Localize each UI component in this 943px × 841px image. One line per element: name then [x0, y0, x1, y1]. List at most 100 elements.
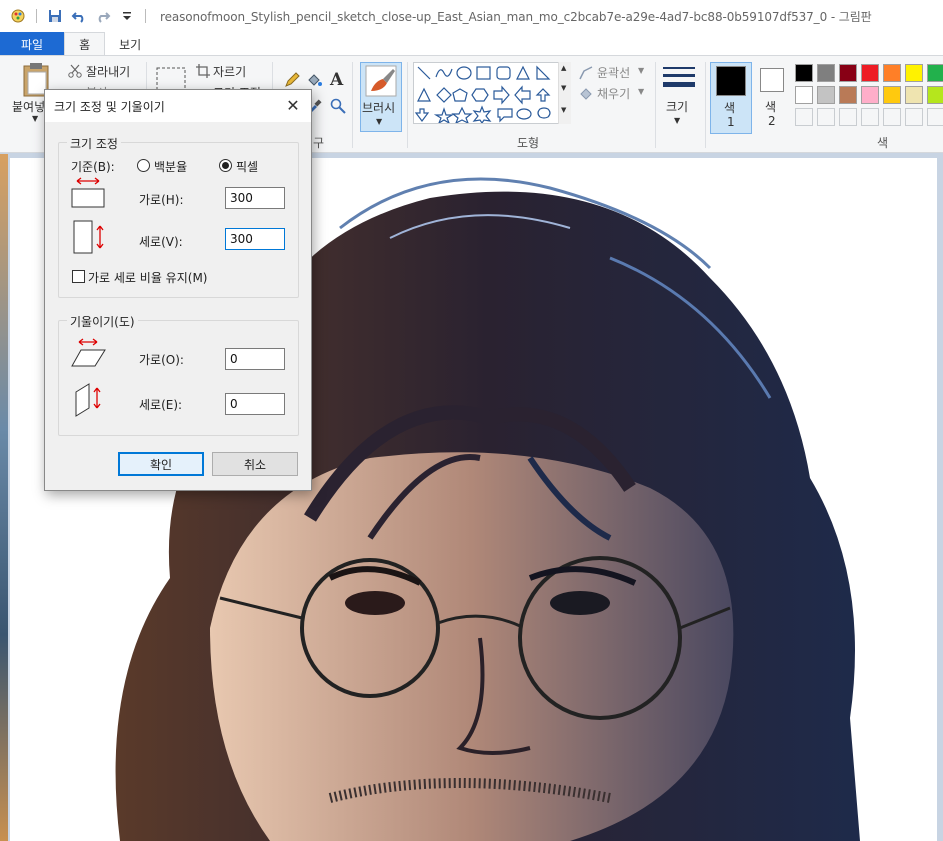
- color-swatch[interactable]: [883, 64, 901, 82]
- skew-legend: 기울이기(도): [67, 313, 138, 330]
- color-swatch[interactable]: [927, 86, 943, 104]
- color-swatch[interactable]: [839, 86, 857, 104]
- resize-legend: 크기 조정: [67, 135, 121, 152]
- horizontal-label: 가로(H):: [139, 193, 184, 207]
- ok-button[interactable]: 확인: [118, 452, 204, 476]
- color-swatch[interactable]: [861, 64, 879, 82]
- paste-button-label[interactable]: 붙여넣: [12, 98, 45, 115]
- color-swatch[interactable]: [795, 64, 813, 82]
- skew-vertical-input[interactable]: [225, 393, 285, 415]
- scroll-down-icon[interactable]: ▼: [561, 84, 566, 92]
- cancel-button[interactable]: 취소: [212, 452, 298, 476]
- gallery-more-icon[interactable]: ▼: [561, 106, 566, 114]
- paste-dropdown-icon[interactable]: ▼: [32, 114, 38, 123]
- brush-dropdown-icon: ▼: [376, 117, 383, 126]
- ribbon-separator: [407, 62, 408, 148]
- ribbon-separator: [705, 62, 706, 148]
- fill-dropdown-icon[interactable]: ▼: [638, 87, 644, 96]
- color-swatch[interactable]: [905, 86, 923, 104]
- color-swatch[interactable]: [817, 108, 835, 126]
- fill-button[interactable]: 채우기: [597, 85, 630, 102]
- pixel-radio[interactable]: [219, 159, 232, 172]
- color-swatch[interactable]: [861, 108, 879, 126]
- tab-file[interactable]: 파일: [0, 32, 65, 56]
- scroll-up-icon[interactable]: ▲: [561, 64, 566, 72]
- scissors-icon: [68, 64, 82, 81]
- brush-button[interactable]: 브러시 ▼: [360, 62, 402, 132]
- fill-icon: [578, 86, 594, 105]
- crop-button[interactable]: 자르기: [213, 63, 246, 80]
- color-swatch[interactable]: [839, 64, 857, 82]
- color-swatch[interactable]: [817, 86, 835, 104]
- color-swatch[interactable]: [883, 86, 901, 104]
- dialog-title-bar: 크기 조정 및 기울이기 ✕: [45, 90, 311, 122]
- resize-horizontal-icon: [71, 177, 105, 212]
- customize-qat-icon[interactable]: [119, 8, 135, 24]
- size-dropdown-icon: ▼: [674, 116, 681, 125]
- vertical-input[interactable]: [225, 228, 285, 250]
- ribbon-separator: [352, 62, 353, 148]
- vertical-label: 세로(V):: [139, 235, 183, 249]
- size-button[interactable]: 크기 ▼: [660, 62, 700, 134]
- color-swatch[interactable]: [795, 108, 813, 126]
- save-icon[interactable]: [47, 8, 63, 24]
- skew-horizontal-input[interactable]: [225, 348, 285, 370]
- color1-label: 색: [724, 101, 736, 115]
- ribbon-tabs: 파일 홈 보기: [0, 32, 943, 56]
- outline-dropdown-icon[interactable]: ▼: [638, 66, 644, 75]
- shapes-scrollbar[interactable]: ▲ ▼ ▼: [558, 62, 571, 124]
- brush-label: 브러시: [362, 101, 396, 115]
- window-title: reasonofmoon_Stylish_pencil_sketch_close…: [160, 9, 872, 24]
- color-swatch[interactable]: [927, 64, 943, 82]
- color2-button[interactable]: 색 2: [756, 62, 788, 134]
- color1-button[interactable]: 색 1: [710, 62, 752, 134]
- color-palette: [795, 64, 943, 126]
- color-swatch[interactable]: [861, 86, 879, 104]
- color-swatch[interactable]: [883, 108, 901, 126]
- tab-home[interactable]: 홈: [64, 32, 106, 56]
- resize-vertical-icon: [73, 220, 107, 257]
- color-swatch[interactable]: [905, 108, 923, 126]
- crop-icon: [196, 64, 210, 81]
- title-bar: reasonofmoon_Stylish_pencil_sketch_close…: [0, 0, 943, 32]
- undo-icon[interactable]: [71, 8, 87, 24]
- ribbon-separator: [655, 62, 656, 148]
- shapes-group-label: 도형: [517, 136, 540, 150]
- pixel-label[interactable]: 픽셀: [236, 158, 258, 175]
- color-swatch[interactable]: [817, 64, 835, 82]
- brush-icon: [365, 65, 397, 100]
- color2-label: 색: [765, 100, 777, 114]
- color-swatch[interactable]: [905, 64, 923, 82]
- color2-number: 2: [768, 114, 776, 128]
- resize-skew-dialog: 크기 조정 및 기울이기 ✕ 크기 조정 기준(B): 백분율 픽셀 가로(H)…: [44, 89, 312, 491]
- color-swatch[interactable]: [927, 108, 943, 126]
- close-icon[interactable]: ✕: [283, 96, 303, 116]
- keep-ratio-checkbox[interactable]: [72, 270, 85, 283]
- skew-horizontal-icon: [71, 338, 107, 371]
- text-tool-icon[interactable]: A: [330, 70, 343, 90]
- skew-horizontal-label: 가로(O):: [139, 353, 184, 367]
- keep-ratio-label[interactable]: 가로 세로 비율 유지(M): [88, 269, 207, 286]
- magnifier-icon[interactable]: [330, 98, 346, 117]
- cut-button[interactable]: 잘라내기: [86, 63, 130, 80]
- title-separator: [36, 9, 37, 23]
- title-separator: [145, 9, 146, 23]
- color2-swatch: [760, 68, 784, 92]
- paint-app-icon[interactable]: [10, 8, 26, 24]
- redo-icon[interactable]: [95, 8, 111, 24]
- shapes-gallery[interactable]: [413, 62, 571, 125]
- color-swatch[interactable]: [795, 86, 813, 104]
- color1-number: 1: [727, 115, 735, 129]
- tab-view[interactable]: 보기: [105, 32, 155, 56]
- horizontal-input[interactable]: [225, 187, 285, 209]
- outline-button[interactable]: 윤곽선: [597, 64, 630, 81]
- size-label: 크기: [666, 100, 689, 114]
- color-swatch[interactable]: [839, 108, 857, 126]
- percent-label[interactable]: 백분율: [154, 158, 187, 175]
- line-width-icon: [662, 66, 696, 95]
- shapes-icons[interactable]: [414, 63, 559, 125]
- skew-vertical-icon: [75, 382, 105, 421]
- percent-radio[interactable]: [137, 159, 150, 172]
- tools-group-label: 구: [313, 136, 325, 150]
- dialog-title: 크기 조정 및 기울이기: [54, 99, 165, 114]
